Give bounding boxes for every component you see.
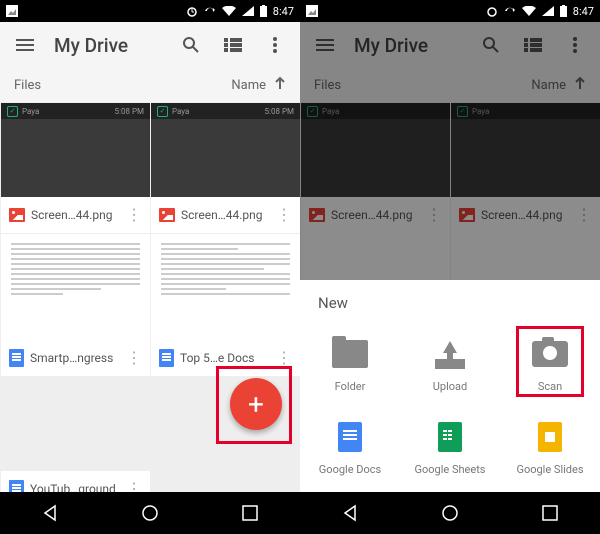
file-label: Smartp…ngress <box>30 351 120 365</box>
arrow-up-icon[interactable] <box>274 76 286 94</box>
overflow-icon[interactable] <box>262 32 288 58</box>
docs-icon <box>9 480 24 492</box>
status-bar: 8:47 <box>0 0 300 22</box>
file-more-icon[interactable]: ⋮ <box>126 486 142 492</box>
file-tile[interactable]: YouTub…ground ⋮ <box>1 377 150 492</box>
nav-home-icon[interactable] <box>420 498 480 528</box>
file-more-icon[interactable]: ⋮ <box>276 355 292 361</box>
file-tile[interactable]: Smartp…ngress ⋮ <box>1 234 150 376</box>
file-label: Screen…44.png <box>31 208 120 222</box>
files-label: Files <box>14 78 41 93</box>
app-bar: My Drive <box>0 22 300 68</box>
status-time: 8:47 <box>273 5 294 18</box>
file-tile[interactable]: ✓Paya5:08 PM Screen…44.png⋮ <box>151 103 300 233</box>
new-upload-button[interactable]: Upload <box>400 326 500 409</box>
file-tile[interactable]: Top 5…e Docs ⋮ <box>151 234 300 376</box>
image-icon <box>159 208 175 222</box>
google-docs-icon <box>338 422 362 452</box>
search-icon[interactable] <box>178 32 204 58</box>
file-grid: ✓Paya5:08 PM Screen…44.png⋮ ✓Paya5:08 PM… <box>0 102 300 492</box>
picture-icon <box>306 5 318 17</box>
loop-icon <box>504 5 516 17</box>
docs-icon <box>159 349 174 367</box>
sort-label[interactable]: Name <box>231 78 266 93</box>
wifi-icon <box>222 6 236 16</box>
new-bottom-sheet: New Folder Upload Scan Google Docs Googl… <box>300 280 600 492</box>
view-toggle-icon[interactable] <box>220 32 246 58</box>
file-more-icon[interactable]: ⋮ <box>126 355 142 361</box>
battery-icon <box>560 5 567 17</box>
sheet-title: New <box>300 280 600 326</box>
loop-icon <box>204 5 216 17</box>
google-sheets-icon <box>438 422 462 452</box>
phone-left: 8:47 My Drive Files Name ✓Paya5:08 PM Sc… <box>0 0 300 534</box>
nav-back-icon[interactable] <box>320 498 380 528</box>
camera-icon <box>532 341 568 367</box>
nav-recent-icon[interactable] <box>220 498 280 528</box>
alarm-icon <box>486 5 498 17</box>
google-slides-icon <box>538 422 562 452</box>
nav-back-icon[interactable] <box>20 498 80 528</box>
docs-icon <box>9 349 24 367</box>
phone-right: 8:47 My Drive Files Name ✓Paya Screen…44… <box>300 0 600 534</box>
nav-home-icon[interactable] <box>120 498 180 528</box>
status-bar: 8:47 <box>300 0 600 22</box>
file-label: Top 5…e Docs <box>180 351 270 365</box>
plus-icon: + <box>248 388 264 421</box>
alarm-icon <box>186 5 198 17</box>
new-folder-button[interactable]: Folder <box>300 326 400 409</box>
new-slides-button[interactable]: Google Slides <box>500 409 600 492</box>
file-tile[interactable]: ✓Paya5:08 PM Screen…44.png⋮ <box>1 103 150 233</box>
android-nav-bar <box>0 492 300 534</box>
signal-icon <box>542 6 554 16</box>
file-label: Screen…44.png <box>181 208 270 222</box>
file-label: YouTub…ground <box>30 482 120 492</box>
app-title: My Drive <box>54 34 162 57</box>
wifi-icon <box>522 6 536 16</box>
file-more-icon[interactable]: ⋮ <box>126 212 142 218</box>
picture-icon <box>6 5 18 17</box>
fab-add-button[interactable]: + <box>230 378 282 430</box>
new-sheets-button[interactable]: Google Sheets <box>400 409 500 492</box>
upload-icon <box>435 341 465 367</box>
android-nav-bar <box>300 492 600 534</box>
new-docs-button[interactable]: Google Docs <box>300 409 400 492</box>
status-time: 8:47 <box>573 5 594 18</box>
image-icon <box>9 208 25 222</box>
file-more-icon[interactable]: ⋮ <box>276 212 292 218</box>
folder-icon <box>332 340 368 368</box>
sort-header: Files Name <box>0 68 300 102</box>
battery-icon <box>260 5 267 17</box>
new-scan-button[interactable]: Scan <box>500 326 600 409</box>
signal-icon <box>242 6 254 16</box>
nav-recent-icon[interactable] <box>520 498 580 528</box>
hamburger-icon[interactable] <box>12 32 38 58</box>
